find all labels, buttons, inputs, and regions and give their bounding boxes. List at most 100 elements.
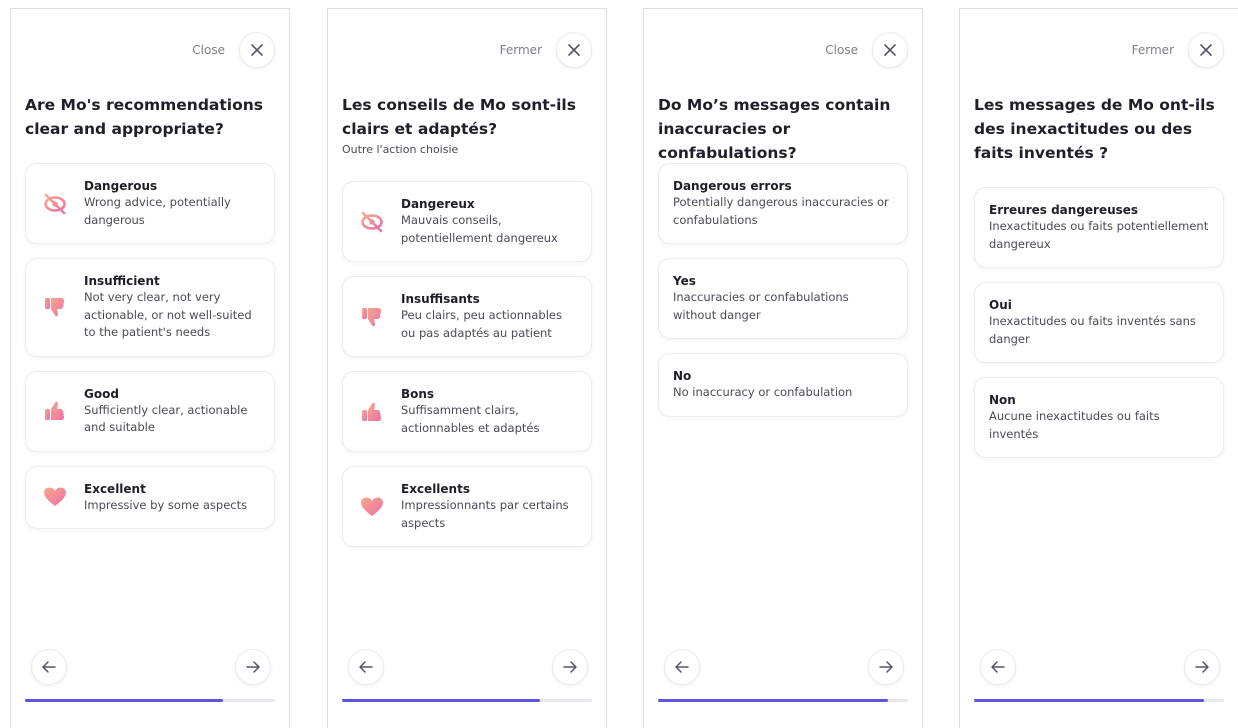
close-button[interactable] (1188, 32, 1224, 68)
option-description: Not very clear, not very actionable, or … (84, 290, 252, 339)
arrow-left-icon (42, 661, 56, 673)
option-description: No inaccuracy or confabulation (673, 385, 853, 399)
option-title: Insuffisants (401, 292, 480, 306)
thumbs-up-icon (45, 401, 64, 420)
arrow-right-icon (563, 661, 577, 673)
option-no[interactable]: No No inaccuracy or confabulation (658, 353, 908, 417)
close-icon (568, 44, 580, 56)
next-button[interactable] (1184, 649, 1220, 685)
progress-fill (25, 699, 223, 702)
close-label[interactable]: Fermer (1132, 43, 1174, 57)
option-description: Sufficiently clear, actionable and suita… (84, 402, 248, 435)
option-insuffisants[interactable]: Insuffisants Peu clairs, peu actionnable… (342, 276, 592, 357)
arrow-right-icon (1195, 661, 1209, 673)
option-description: Inexactitudes ou faits potentiellement d… (989, 219, 1209, 251)
progress-fill (342, 699, 540, 702)
option-title: Dangerous (84, 179, 158, 193)
close-label[interactable]: Close (192, 43, 225, 57)
eye-slash-icon (361, 211, 383, 232)
close-button[interactable] (239, 32, 275, 68)
option-description: Impressive by some aspects (84, 497, 248, 512)
close-icon (251, 44, 263, 56)
arrow-left-icon (359, 661, 373, 673)
question-title: Are Mo's recommendations clear and appro… (25, 96, 264, 138)
option-yes[interactable]: Yes Inaccuracies or confabulations witho… (658, 258, 908, 339)
header: Fermer (500, 32, 592, 68)
option-description: Aucune inexactitudes ou faits inventés (989, 409, 1160, 441)
arrow-right-icon (879, 661, 893, 673)
close-icon (884, 44, 896, 56)
option-description: Potentially dangerous inaccuracies or co… (673, 195, 889, 227)
option-dangerous[interactable]: Dangerous Wrong advice, potentially dang… (25, 163, 275, 244)
header: Fermer (1132, 32, 1224, 68)
next-button[interactable] (235, 649, 271, 685)
arrow-left-icon (991, 661, 1005, 673)
option-bons[interactable]: Bons Suffisamment clairs, actionnables e… (342, 371, 592, 452)
question-title: Les conseils de Mo sont-ils clairs et ad… (342, 96, 576, 138)
thumbs-up-icon (362, 402, 381, 421)
eye-slash-icon (44, 193, 66, 214)
option-description: Peu clairs, peu actionnables ou pas adap… (401, 308, 562, 340)
back-button[interactable] (980, 649, 1016, 685)
option-title: Dangerous errors (673, 179, 792, 193)
option-title: Oui (989, 298, 1012, 312)
option-description: Suffisamment clairs, actionnables et ada… (401, 403, 540, 435)
survey-panel-1: Close Are Mo's recommendations clear and… (10, 8, 290, 728)
arrow-right-icon (246, 661, 260, 673)
option-erreures-dangereuses[interactable]: Erreures dangereuses Inexactitudes ou fa… (974, 187, 1224, 268)
progress-bar (974, 699, 1224, 702)
progress-fill (974, 699, 1204, 702)
question-subtitle: Outre l'action choisie (342, 143, 459, 156)
option-title: Non (989, 393, 1016, 407)
options-list: Dangerous Wrong advice, potentially dang… (25, 163, 275, 543)
next-button[interactable] (552, 649, 588, 685)
thumbs-down-icon (45, 298, 64, 317)
next-button[interactable] (868, 649, 904, 685)
option-dangerous-errors[interactable]: Dangerous errors Potentially dangerous i… (658, 163, 908, 244)
option-title: No (673, 369, 692, 383)
progress-bar (658, 699, 908, 702)
option-description: Mauvais conseils, potentiellement danger… (401, 213, 558, 245)
header: Close (192, 32, 275, 68)
close-icon (1200, 44, 1212, 56)
close-label[interactable]: Close (825, 43, 858, 57)
options-list: Dangerous errors Potentially dangerous i… (658, 163, 908, 431)
option-insufficient[interactable]: Insufficient Not very clear, not very ac… (25, 258, 275, 357)
question-title: Les messages de Mo ont-ils des inexactit… (974, 96, 1215, 162)
back-button[interactable] (31, 649, 67, 685)
heart-icon (361, 497, 383, 516)
survey-panel-2: Fermer Les conseils de Mo sont-ils clair… (327, 8, 607, 728)
option-non[interactable]: Non Aucune inexactitudes ou faits invent… (974, 377, 1224, 458)
option-oui[interactable]: Oui Inexactitudes ou faits inventés sans… (974, 282, 1224, 363)
option-excellent[interactable]: Excellent Impressive by some aspects (25, 465, 275, 529)
question-title: Do Mo’s messages contain inaccuracies or… (658, 96, 891, 162)
heart-icon (44, 487, 66, 507)
option-title: Excellent (84, 481, 146, 496)
option-description: Inaccuracies or confabulations without d… (673, 290, 849, 322)
navigation (31, 649, 271, 685)
option-title: Yes (673, 274, 696, 288)
close-button[interactable] (872, 32, 908, 68)
options-list: Erreures dangereuses Inexactitudes ou fa… (974, 187, 1224, 472)
close-button[interactable] (556, 32, 592, 68)
survey-panel-3: Close Do Mo’s messages contain inaccurac… (643, 8, 923, 728)
option-title: Bons (401, 387, 435, 401)
option-title: Good (84, 386, 119, 401)
thumbs-down-icon (362, 307, 381, 326)
back-button[interactable] (348, 649, 384, 685)
navigation (664, 649, 904, 685)
option-excellents[interactable]: Excellents Impressionnants par certains … (342, 466, 592, 547)
navigation (980, 649, 1220, 685)
close-label[interactable]: Fermer (500, 43, 542, 57)
back-button[interactable] (664, 649, 700, 685)
header: Close (825, 32, 908, 68)
option-description: Impressionnants par certains aspects (401, 498, 569, 530)
option-dangereux[interactable]: Dangereux Mauvais conseils, potentiellem… (342, 181, 592, 262)
progress-bar (342, 699, 592, 702)
navigation (348, 649, 588, 685)
progress-bar (25, 699, 275, 702)
arrow-left-icon (675, 661, 689, 673)
progress-fill (658, 699, 888, 702)
option-description: Inexactitudes ou faits inventés sans dan… (989, 314, 1196, 346)
option-good[interactable]: Good Sufficiently clear, actionable and … (25, 370, 275, 452)
